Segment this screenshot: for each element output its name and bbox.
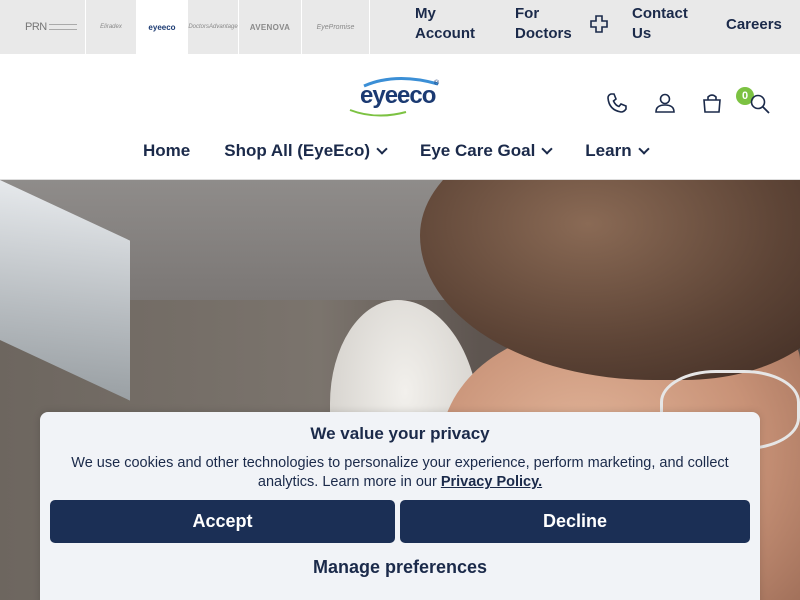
- nav-home-label: Home: [143, 141, 191, 160]
- logo-registered-mark: ®: [434, 80, 440, 87]
- manage-preferences-button[interactable]: Manage preferences: [40, 557, 760, 578]
- brand-eyeeco[interactable]: eyeeco: [137, 0, 188, 54]
- cookie-description: We use cookies and other technologies to…: [70, 454, 730, 492]
- cookie-text: We use cookies and other technologies to…: [71, 455, 729, 490]
- my-account-line2: Account: [415, 25, 475, 42]
- logo-eco: eco: [397, 82, 436, 109]
- brand-prn-label: PRN: [25, 21, 47, 33]
- brand-eyepromise-label: EyePromise: [316, 23, 355, 31]
- for-doctors-line1: For: [515, 5, 540, 22]
- for-doctors-link[interactable]: For Doctors: [515, 4, 585, 44]
- accept-button[interactable]: Accept: [50, 500, 395, 543]
- my-account-line1: My: [415, 5, 436, 22]
- for-doctors-line2: Doctors: [515, 25, 572, 42]
- brand-prn[interactable]: PRN: [0, 0, 86, 54]
- contact-us-link[interactable]: Contact Us: [632, 4, 712, 44]
- decline-button[interactable]: Decline: [400, 500, 750, 543]
- brand-eyepromise[interactable]: EyePromise: [302, 0, 370, 54]
- chevron-down-icon: [376, 142, 388, 155]
- logo-eye: eye: [360, 82, 398, 109]
- medical-cross-icon: [590, 15, 608, 33]
- brand-doctors-advantage-label: DoctorsAdvantage: [188, 24, 238, 30]
- contact-line1: Contact: [632, 5, 688, 22]
- nav-shop-all[interactable]: Shop All (EyeEco): [224, 141, 388, 161]
- nav-home[interactable]: Home: [143, 141, 190, 161]
- eyeeco-logo[interactable]: eyeeco ®: [346, 74, 446, 118]
- careers-link[interactable]: Careers: [726, 15, 782, 35]
- brand-topbar: PRN Eliradex eyeeco DoctorsAdvantage AVE…: [0, 0, 800, 54]
- cookie-consent-banner: We value your privacy We use cookies and…: [40, 412, 760, 600]
- nav-learn[interactable]: Learn: [585, 141, 650, 161]
- search-icon[interactable]: [749, 93, 771, 115]
- privacy-policy-link[interactable]: Privacy Policy.: [441, 474, 542, 490]
- brand-avenova-label: AVENOVA: [249, 22, 291, 32]
- brand-doctors-advantage[interactable]: DoctorsAdvantage: [188, 0, 239, 54]
- brand-avenova[interactable]: AVENOVA: [239, 0, 302, 54]
- phone-icon[interactable]: [606, 92, 628, 114]
- contact-line2: Us: [632, 25, 652, 42]
- main-nav: Home Shop All (EyeEco) Eye Care Goal Lea…: [143, 140, 682, 162]
- brand-eliradex[interactable]: Eliradex: [86, 0, 137, 54]
- site-header: eyeeco ® 0 Home Shop All (EyeEco) Eye Ca…: [0, 54, 800, 180]
- nav-eye-care-goal[interactable]: Eye Care Goal: [420, 141, 553, 161]
- user-icon[interactable]: [654, 92, 676, 114]
- brand-eyeeco-label: eyeeco: [148, 22, 176, 32]
- nav-shop-all-label: Shop All (EyeEco): [224, 141, 371, 160]
- brand-eliradex-label: Eliradex: [100, 24, 122, 30]
- cookie-title: We value your privacy: [310, 424, 490, 443]
- chevron-down-icon: [541, 142, 553, 155]
- prn-lines-icon: [48, 24, 77, 30]
- my-account-link[interactable]: My Account: [415, 4, 485, 44]
- hero-hair: [420, 180, 800, 380]
- cart-icon[interactable]: [701, 92, 723, 114]
- nav-eye-care-goal-label: Eye Care Goal: [420, 141, 536, 160]
- brand-switcher: PRN Eliradex eyeeco DoctorsAdvantage AVE…: [0, 0, 370, 54]
- logo-text: eyeeco: [360, 82, 436, 110]
- chevron-down-icon: [637, 142, 650, 155]
- nav-learn-label: Learn: [585, 141, 632, 160]
